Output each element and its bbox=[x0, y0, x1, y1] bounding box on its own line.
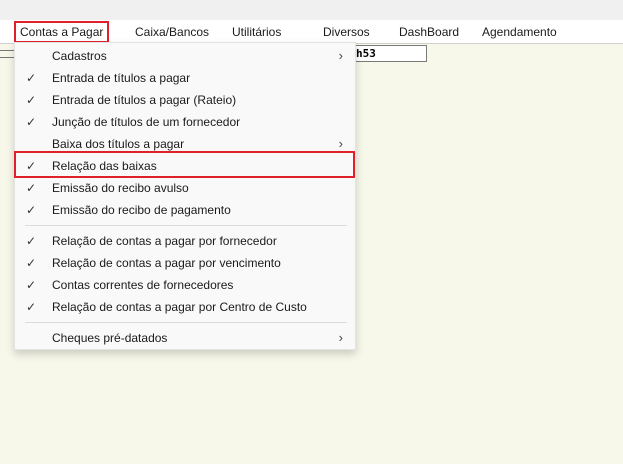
menu-item-entrada-titulos-rateio[interactable]: ✓ Entrada de títulos a pagar (Rateio) bbox=[15, 89, 355, 111]
menu-item-contas-correntes-fornecedores[interactable]: ✓ Contas correntes de fornecedores bbox=[15, 274, 355, 296]
check-icon: ✓ bbox=[25, 300, 37, 314]
check-icon: ✓ bbox=[25, 181, 37, 195]
menu-item-cheques-pre-datados[interactable]: Cheques pré-datados › bbox=[15, 327, 355, 349]
check-icon: ✓ bbox=[25, 93, 37, 107]
menu-item-juncao-titulos[interactable]: ✓ Junção de títulos de um fornecedor bbox=[15, 111, 355, 133]
menu-separator bbox=[25, 322, 347, 323]
menu-item-label: Emissão do recibo de pagamento bbox=[52, 203, 231, 217]
contas-a-pagar-dropdown: Cadastros › ✓ Entrada de títulos a pagar… bbox=[14, 42, 356, 350]
background-text-field[interactable]: h53 bbox=[352, 45, 427, 62]
menu-item-cadastros[interactable]: Cadastros › bbox=[15, 45, 355, 67]
menu-item-label: Relação de contas a pagar por vencimento bbox=[52, 256, 281, 270]
menu-item-label: Cadastros bbox=[52, 49, 107, 63]
menu-highlight-box bbox=[14, 21, 109, 43]
menu-dashboard[interactable]: DashBoard bbox=[399, 24, 459, 40]
menu-item-recibo-avulso[interactable]: ✓ Emissão do recibo avulso bbox=[15, 177, 355, 199]
menu-item-entrada-titulos[interactable]: ✓ Entrada de títulos a pagar bbox=[15, 67, 355, 89]
menu-caixa-bancos[interactable]: Caixa/Bancos bbox=[135, 24, 209, 40]
menu-agendamento[interactable]: Agendamento bbox=[482, 24, 557, 40]
menu-item-label: Junção de títulos de um fornecedor bbox=[52, 115, 241, 129]
check-icon: ✓ bbox=[25, 115, 37, 129]
menu-item-relacao-por-vencimento[interactable]: ✓ Relação de contas a pagar por vencimen… bbox=[15, 252, 355, 274]
menu-item-label: Relação de contas a pagar por fornecedor bbox=[52, 234, 277, 248]
menu-item-recibo-pagamento[interactable]: ✓ Emissão do recibo de pagamento bbox=[15, 199, 355, 221]
check-icon: ✓ bbox=[25, 203, 37, 217]
menu-item-label: Entrada de títulos a pagar (Rateio) bbox=[52, 93, 237, 107]
menu-utilitarios[interactable]: Utilitários bbox=[232, 24, 281, 40]
background-field-edge bbox=[0, 50, 14, 58]
chevron-right-icon: › bbox=[338, 48, 343, 63]
menu-item-highlight-box bbox=[14, 151, 355, 178]
check-icon: ✓ bbox=[25, 278, 37, 292]
chevron-right-icon: › bbox=[338, 330, 343, 345]
menu-item-label: Contas correntes de fornecedores bbox=[52, 278, 234, 292]
menu-item-label: Entrada de títulos a pagar bbox=[52, 71, 191, 85]
check-icon: ✓ bbox=[25, 234, 37, 248]
menu-item-relacao-por-centro-custo[interactable]: ✓ Relação de contas a pagar por Centro d… bbox=[15, 296, 355, 318]
menu-item-relacao-por-fornecedor[interactable]: ✓ Relação de contas a pagar por forneced… bbox=[15, 230, 355, 252]
menu-separator bbox=[25, 225, 347, 226]
menu-item-label: Emissão do recibo avulso bbox=[52, 181, 189, 195]
check-icon: ✓ bbox=[25, 256, 37, 270]
check-icon: ✓ bbox=[25, 71, 37, 85]
menu-item-label: Relação de contas a pagar por Centro de … bbox=[52, 300, 307, 314]
background-field-value: h53 bbox=[356, 47, 376, 60]
menu-item-label: Cheques pré-datados bbox=[52, 331, 168, 345]
menu-diversos[interactable]: Diversos bbox=[323, 24, 370, 40]
window-top-strip bbox=[0, 0, 623, 20]
